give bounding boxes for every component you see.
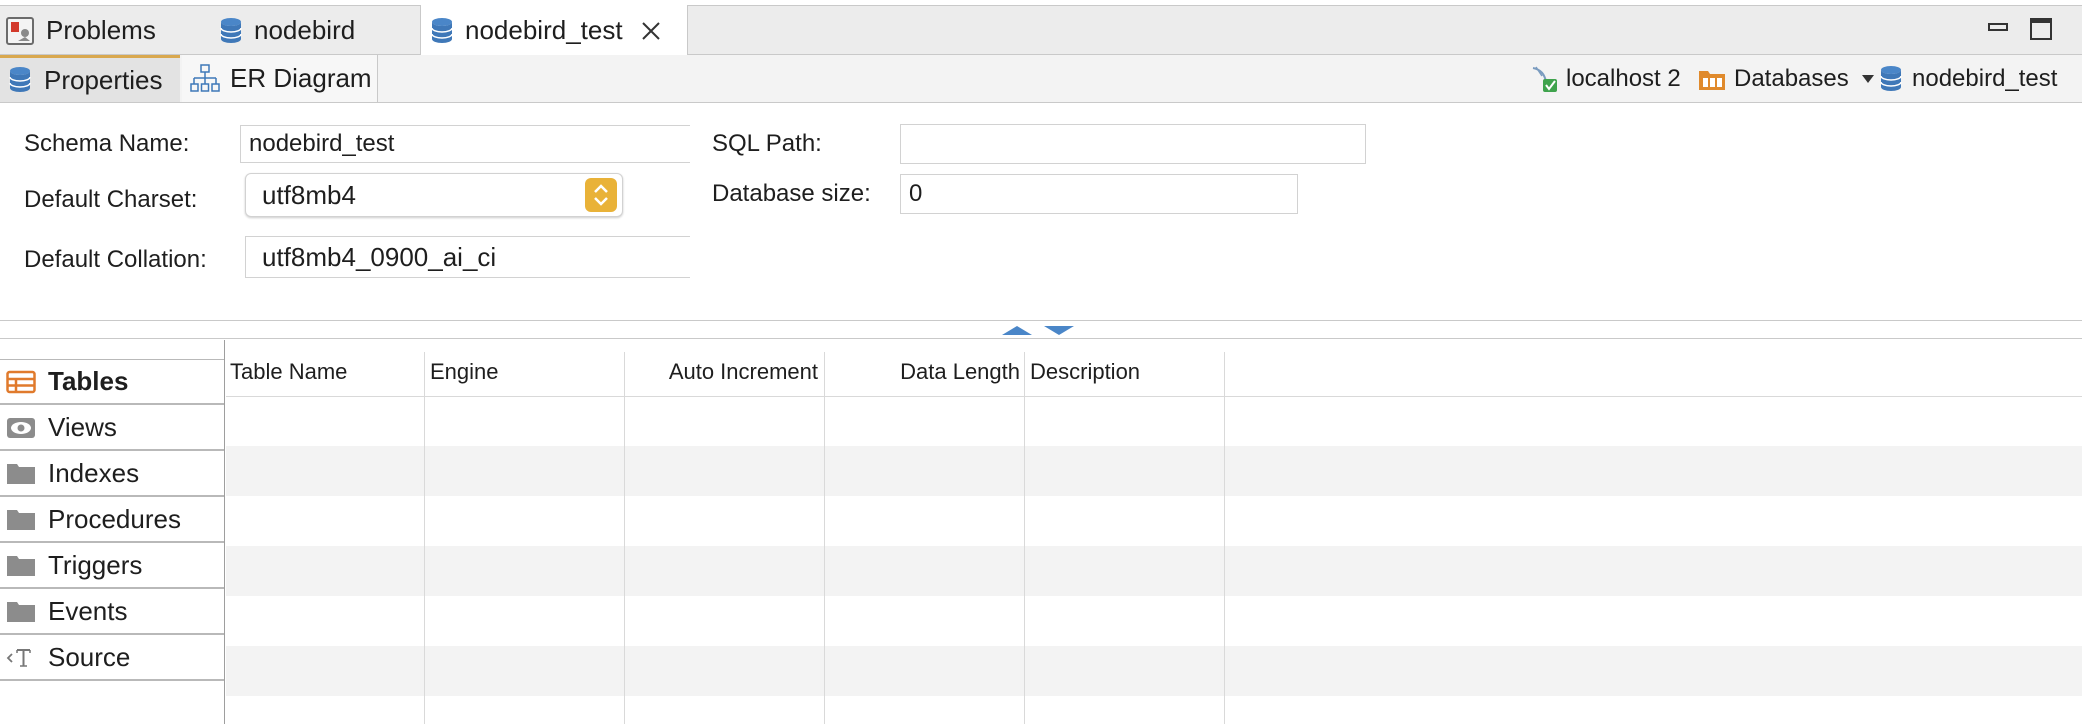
breadcrumb-database-label: nodebird_test (1912, 64, 2058, 92)
default-charset-label: Default Charset: (24, 186, 198, 213)
default-charset-value: utf8mb4 (262, 179, 356, 210)
tab-nodebird-test-label: nodebird_test (465, 15, 623, 45)
source-icon (6, 646, 40, 670)
nav-item-procedures-label: Procedures (48, 504, 181, 534)
column-divider (824, 352, 825, 724)
breadcrumb-databases[interactable]: Databases (1698, 55, 1875, 102)
column-header-engine[interactable]: Engine (430, 348, 620, 396)
nav-item-events-label: Events (48, 596, 128, 626)
editor-sub-tab-bar: Properties ER Diagram localhost 2 Databa… (0, 55, 2082, 103)
breadcrumb-server-label: localhost 2 (1566, 64, 1681, 92)
nav-item-indexes[interactable]: Indexes (0, 452, 224, 497)
nav-item-events[interactable]: Events (0, 590, 224, 635)
chevron-down-icon[interactable] (1861, 74, 1875, 84)
database-icon (1880, 65, 1902, 93)
database-icon (431, 17, 453, 45)
minimize-icon[interactable] (1988, 18, 2008, 40)
splitter-top-line (0, 320, 2082, 321)
tab-nodebird-label: nodebird (254, 15, 356, 45)
default-collation-label: Default Collation: (24, 246, 207, 273)
column-header-table-name[interactable]: Table Name (230, 348, 420, 396)
column-header-auto-increment[interactable]: Auto Increment (630, 348, 818, 396)
tab-nodebird-test[interactable]: nodebird_test (420, 5, 688, 56)
breadcrumb-database[interactable]: nodebird_test (1880, 55, 2057, 102)
tables-grid[interactable]: Table Name Engine Auto Increment Data Le… (226, 348, 2082, 724)
sql-path-input[interactable] (900, 124, 1366, 164)
database-size-value: 0 (909, 180, 923, 207)
collapse-down-icon (1044, 326, 1074, 335)
nav-item-triggers[interactable]: Triggers (0, 544, 224, 589)
nav-item-views-label: Views (48, 412, 117, 442)
er-diagram-icon (190, 63, 220, 94)
folder-icon (6, 462, 40, 486)
nav-item-tables[interactable]: Tables (0, 360, 224, 405)
maximize-icon[interactable] (2030, 18, 2052, 40)
breadcrumb-server[interactable]: localhost 2 (1530, 55, 1681, 102)
editor-tab-bar: Problems nodebird nodebird_test (0, 5, 2082, 56)
table-row-stripe (226, 546, 2082, 596)
database-size-input[interactable]: 0 (900, 174, 1298, 214)
eye-icon (6, 417, 40, 439)
tab-problems-label: Problems (46, 15, 156, 45)
nav-item-source[interactable]: Source (0, 636, 224, 681)
folder-icon (6, 600, 40, 624)
tab-er-diagram[interactable]: ER Diagram (182, 55, 378, 102)
default-collation-input[interactable]: utf8mb4_0900_ai_ci (245, 236, 690, 278)
nav-item-procedures[interactable]: Procedures (0, 498, 224, 543)
nav-divider (224, 340, 225, 724)
schema-name-value: nodebird_test (249, 130, 395, 157)
tab-nodebird[interactable]: nodebird (220, 6, 420, 55)
folder-icon (6, 508, 40, 532)
nav-item-source-label: Source (48, 642, 131, 672)
column-header-data-length[interactable]: Data Length (830, 348, 1020, 396)
collapse-up-icon (1002, 326, 1032, 335)
tab-properties[interactable]: Properties (0, 55, 180, 102)
schema-name-label: Schema Name: (24, 130, 190, 157)
nav-item-tables-label: Tables (48, 366, 129, 396)
server-connection-icon (1530, 64, 1560, 94)
database-icon (8, 66, 32, 94)
schema-name-input[interactable]: nodebird_test (240, 125, 690, 163)
nav-item-indexes-label: Indexes (48, 458, 140, 488)
breadcrumb-databases-label: Databases (1734, 64, 1849, 92)
column-divider (1224, 352, 1225, 724)
tab-properties-label: Properties (44, 64, 163, 95)
header-divider (226, 396, 2082, 397)
splitter-bottom-line (0, 338, 2082, 339)
databases-folder-icon (1698, 67, 1726, 91)
nav-item-triggers-label: Triggers (48, 550, 143, 580)
database-icon (220, 17, 242, 45)
table-row-stripe (226, 646, 2082, 696)
column-header-description[interactable]: Description (1030, 348, 1220, 396)
column-divider (1024, 352, 1025, 724)
splitter-handle[interactable] (1000, 322, 1076, 338)
table-row-stripe (226, 446, 2082, 496)
default-collation-value: utf8mb4_0900_ai_ci (262, 241, 497, 272)
close-icon[interactable] (641, 21, 661, 41)
tab-er-diagram-label: ER Diagram (230, 63, 372, 93)
default-charset-select[interactable]: utf8mb4 (245, 173, 623, 217)
table-icon (6, 370, 40, 394)
chevron-updown-icon[interactable] (585, 178, 617, 212)
folder-icon (6, 554, 40, 578)
tab-problems[interactable]: Problems (6, 6, 210, 55)
database-size-label: Database size: (712, 180, 871, 207)
problems-icon (6, 16, 34, 45)
nav-item-views[interactable]: Views (0, 406, 224, 451)
nav-top-spacer (0, 344, 224, 360)
sql-path-label: SQL Path: (712, 130, 822, 157)
column-divider (624, 352, 625, 724)
window-controls (1988, 18, 2052, 40)
column-divider (424, 352, 425, 724)
